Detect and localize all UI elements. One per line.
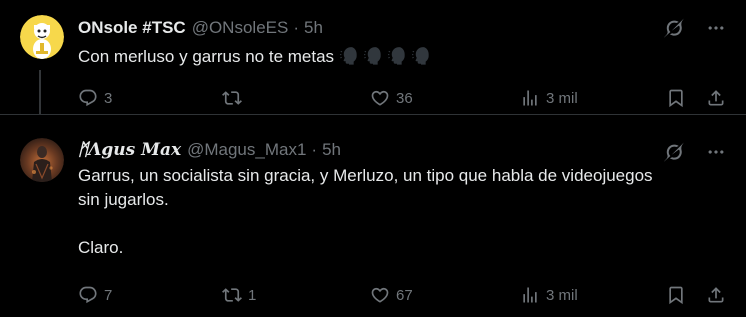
tweet-reply[interactable]: ᛗΛgus Max @Magus_Max1 · 5h Garrus, un so… [0, 115, 746, 317]
reply-button[interactable]: 7 [78, 283, 112, 307]
tweet-original[interactable]: ONsole #TSC @ONsoleES · 5h Con merluso y… [0, 0, 746, 115]
share-icon [706, 285, 726, 305]
bookmark-icon [666, 88, 686, 108]
like-button[interactable]: 67 [370, 283, 413, 307]
views-button[interactable]: 3 mil [520, 86, 578, 110]
bookmark-button[interactable] [666, 283, 686, 307]
reply-icon [78, 88, 98, 108]
share-icon [706, 88, 726, 108]
views-button[interactable]: 3 mil [520, 283, 578, 307]
avatar[interactable] [20, 138, 64, 182]
tweet-text: Con merluso y garrus no te metas [78, 45, 718, 69]
bookmark-icon [666, 285, 686, 305]
share-button[interactable] [706, 86, 726, 110]
tweet-text: Garrus, un socialista sin gracia, y Merl… [78, 166, 653, 257]
share-button[interactable] [706, 283, 726, 307]
repost-icon [222, 88, 242, 108]
thread: ONsole #TSC @ONsoleES · 5h Con merluso y… [0, 0, 746, 317]
more-icon[interactable] [706, 18, 726, 38]
like-button[interactable]: 36 [370, 86, 413, 110]
timestamp[interactable]: 5h [322, 138, 341, 162]
display-name[interactable]: ONsole #TSC [78, 16, 186, 40]
reply-button[interactable]: 3 [78, 86, 112, 110]
more-icon[interactable] [706, 142, 726, 162]
like-count: 36 [396, 89, 413, 107]
speaking-head-emoji-icon [340, 45, 360, 65]
tweet-header: ONsole #TSC @ONsoleES · 5h [78, 16, 323, 40]
timestamp[interactable]: 5h [304, 16, 323, 40]
user-handle[interactable]: @Magus_Max1 [187, 138, 306, 162]
repost-button[interactable] [222, 86, 248, 110]
thread-connector-line [39, 70, 41, 115]
onsole-avatar-image [20, 15, 64, 59]
like-count: 67 [396, 286, 413, 304]
like-icon [370, 285, 390, 305]
tweet-header: ᛗΛgus Max @Magus_Max1 · 5h [78, 138, 341, 162]
speaking-head-emoji-icon [388, 45, 408, 65]
like-icon [370, 88, 390, 108]
reply-count: 7 [104, 286, 113, 304]
magus-avatar-image [20, 138, 64, 182]
user-handle[interactable]: @ONsoleES [192, 16, 289, 40]
tweet-action-bar: 7 1 67 3 mil [78, 283, 726, 307]
reply-count: 3 [104, 89, 113, 107]
separator-dot: · [293, 18, 299, 37]
repost-button[interactable]: 1 [222, 283, 256, 307]
avatar[interactable] [20, 15, 64, 59]
grok-icon[interactable] [664, 18, 684, 38]
repost-count: 1 [248, 286, 257, 304]
tweet-text-content: Con merluso y garrus no te metas [78, 47, 335, 66]
tweet-action-bar: 3 36 3 mil [78, 86, 726, 110]
display-name[interactable]: ᛗΛgus Max [78, 138, 181, 162]
reply-icon [78, 285, 98, 305]
views-count: 3 mil [546, 286, 578, 304]
views-icon [520, 285, 540, 305]
repost-icon [222, 285, 242, 305]
speaking-head-emoji-icon [412, 45, 432, 65]
separator-dot: · [311, 140, 318, 159]
views-count: 3 mil [546, 89, 578, 107]
bookmark-button[interactable] [666, 86, 686, 110]
views-icon [520, 88, 540, 108]
grok-icon[interactable] [664, 142, 684, 162]
tweet-top-actions [664, 18, 726, 38]
speaking-head-emoji-icon [364, 45, 384, 65]
emoji-group [340, 45, 432, 65]
tweet-top-actions [664, 142, 726, 162]
